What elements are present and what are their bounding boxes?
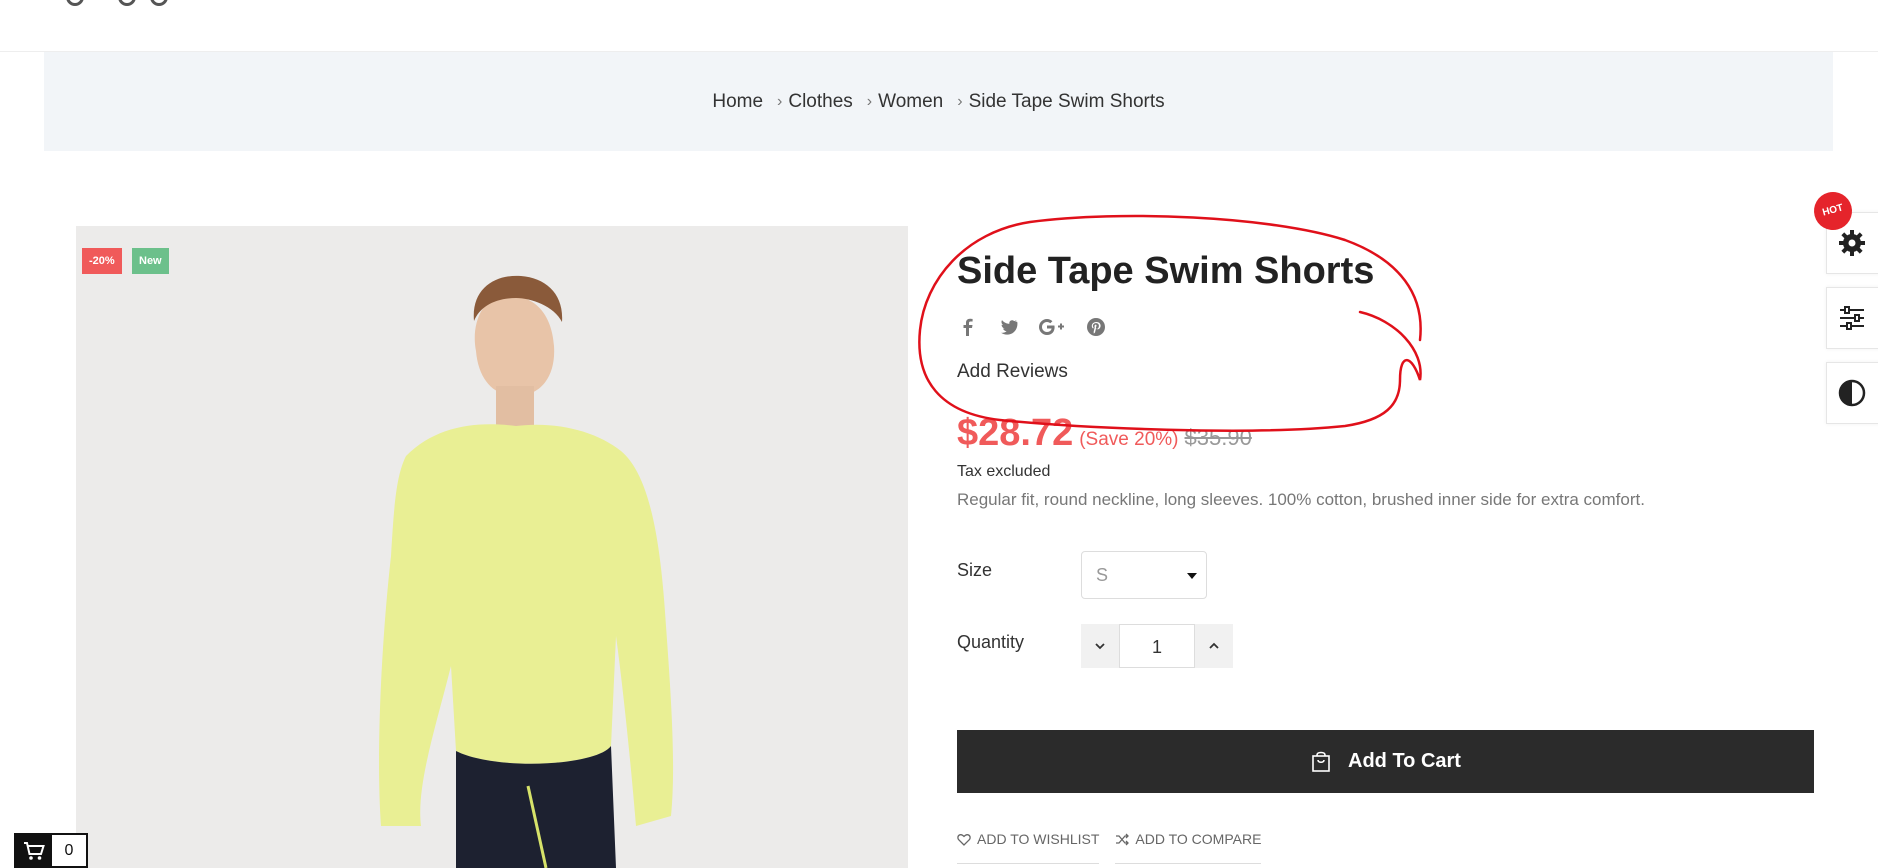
top-header bbox=[0, 0, 1878, 52]
product-image[interactable]: -20% New bbox=[76, 226, 908, 868]
chevron-down-icon bbox=[1187, 573, 1197, 579]
google-plus-icon[interactable] bbox=[1037, 316, 1067, 338]
tax-label: Tax excluded bbox=[957, 463, 1051, 480]
social-share bbox=[957, 316, 1107, 338]
mini-cart[interactable]: 0 bbox=[14, 833, 88, 868]
pinterest-icon[interactable] bbox=[1085, 316, 1107, 338]
secondary-actions: ADD TO WISHLIST ADD TO COMPARE bbox=[957, 831, 1262, 864]
add-to-wishlist-label: ADD TO WISHLIST bbox=[977, 831, 1100, 847]
quantity-decrement-button[interactable] bbox=[1081, 624, 1119, 668]
breadcrumb-separator: › bbox=[866, 92, 873, 110]
product-photo bbox=[76, 226, 908, 868]
filters-tool[interactable] bbox=[1826, 287, 1878, 349]
breadcrumb: Home › Clothes › Women › Side Tape Swim … bbox=[44, 52, 1833, 151]
add-to-cart-button[interactable]: Add To Cart bbox=[957, 730, 1814, 793]
breadcrumb-separator: › bbox=[777, 92, 783, 110]
size-select-value: S bbox=[1096, 565, 1109, 585]
gear-icon bbox=[1839, 230, 1865, 256]
heart-icon bbox=[957, 833, 971, 846]
header-icon[interactable] bbox=[66, 0, 84, 6]
save-label: (Save 20%) bbox=[1079, 429, 1179, 450]
facebook-icon[interactable] bbox=[957, 316, 979, 338]
shopping-bag-icon bbox=[1312, 751, 1330, 772]
twitter-icon[interactable] bbox=[997, 316, 1019, 338]
quantity-input[interactable]: 1 bbox=[1119, 624, 1195, 668]
cart-icon bbox=[16, 835, 52, 866]
quantity-label: Quantity bbox=[957, 632, 1025, 652]
add-to-wishlist-link[interactable]: ADD TO WISHLIST bbox=[957, 831, 1100, 864]
contrast-tool[interactable] bbox=[1826, 362, 1878, 424]
old-price: $35.90 bbox=[1184, 425, 1252, 450]
chevron-up-icon bbox=[1209, 642, 1219, 649]
size-select[interactable]: S bbox=[1081, 551, 1207, 599]
breadcrumb-women[interactable]: Women bbox=[878, 91, 943, 113]
size-label: Size bbox=[957, 560, 993, 580]
product-title: Side Tape Swim Shorts bbox=[957, 250, 1375, 292]
quantity-increment-button[interactable] bbox=[1195, 624, 1233, 668]
breadcrumb-home[interactable]: Home bbox=[712, 91, 763, 113]
header-icon[interactable] bbox=[150, 0, 168, 6]
header-icon[interactable] bbox=[118, 0, 136, 6]
new-badge: New bbox=[132, 248, 169, 274]
add-to-compare-link[interactable]: ADD TO COMPARE bbox=[1115, 831, 1262, 864]
breadcrumb-current: Side Tape Swim Shorts bbox=[968, 90, 1165, 112]
breadcrumb-clothes[interactable]: Clothes bbox=[788, 91, 852, 113]
shuffle-icon bbox=[1116, 833, 1130, 845]
discount-badge: -20% bbox=[82, 248, 122, 274]
sliders-icon bbox=[1840, 306, 1864, 330]
add-reviews-link[interactable]: Add Reviews bbox=[957, 361, 1068, 383]
add-to-cart-label: Add To Cart bbox=[1348, 750, 1461, 772]
cart-count: 0 bbox=[64, 842, 74, 859]
chevron-down-icon bbox=[1095, 643, 1105, 650]
current-price: $28.72 bbox=[957, 412, 1074, 454]
add-to-compare-label: ADD TO COMPARE bbox=[1135, 831, 1262, 847]
product-description: Regular fit, round neckline, long sleeve… bbox=[957, 490, 1645, 509]
price-row: $28.72 (Save 20%) $35.90 bbox=[957, 412, 1252, 455]
breadcrumb-separator: › bbox=[957, 92, 963, 110]
contrast-icon bbox=[1838, 379, 1866, 407]
